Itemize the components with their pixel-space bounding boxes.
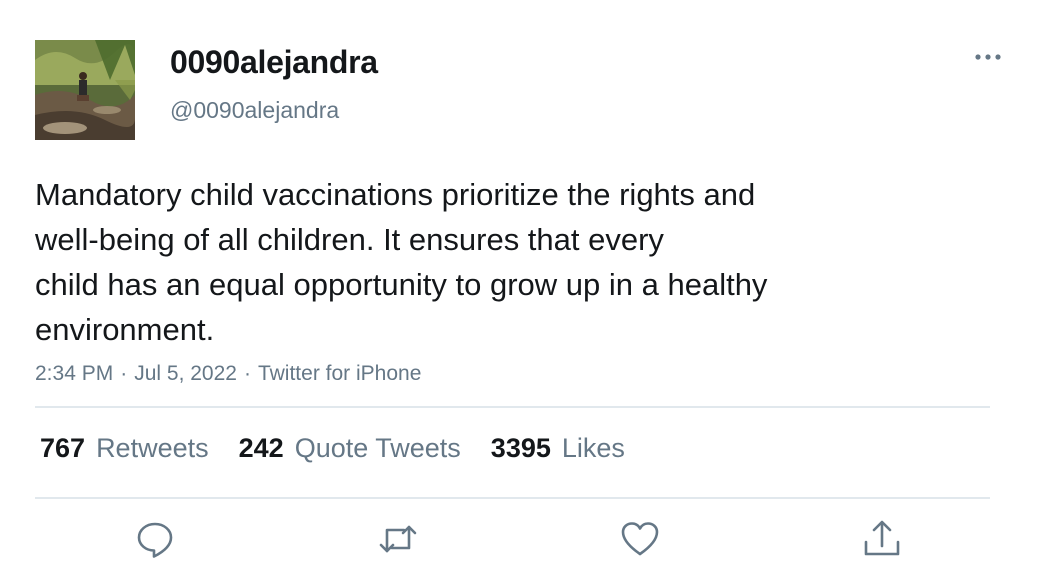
share-icon xyxy=(864,520,900,556)
retweet-button[interactable] xyxy=(377,518,419,560)
divider xyxy=(35,406,990,408)
likes-label: Likes xyxy=(561,433,625,463)
divider xyxy=(35,497,990,499)
likes-count: 3395 xyxy=(490,433,551,463)
more-options-icon xyxy=(975,54,1001,60)
heart-icon xyxy=(621,522,659,556)
share-button[interactable] xyxy=(861,518,903,560)
quote-tweets-count: 242 xyxy=(238,433,284,463)
tweet-time[interactable]: 2:34 PM xyxy=(35,362,113,385)
reply-button[interactable] xyxy=(134,518,176,560)
reply-icon xyxy=(137,522,173,558)
tweet-text: Mandatory child vaccinations prioritize … xyxy=(35,177,768,347)
tweet-source-link[interactable]: Twitter for iPhone xyxy=(258,362,421,385)
display-name[interactable]: 0090alejandra xyxy=(170,44,378,81)
more-options-button[interactable] xyxy=(968,44,1008,70)
user-handle[interactable]: @0090alejandra xyxy=(170,97,339,124)
retweet-icon xyxy=(379,525,417,553)
retweets-count: 767 xyxy=(40,433,86,463)
quote-tweets-label: Quote Tweets xyxy=(294,433,461,463)
meta-separator: · xyxy=(120,362,128,385)
tweet-date[interactable]: Jul 5, 2022 xyxy=(134,362,237,385)
retweets-label: Retweets xyxy=(96,433,209,463)
retweets-stat[interactable]: 767 Retweets xyxy=(40,433,209,464)
likes-stat[interactable]: 3395 Likes xyxy=(491,433,625,464)
avatar[interactable] xyxy=(35,40,135,140)
meta-separator: · xyxy=(243,362,251,385)
tweet-stats: 767 Retweets 242 Quote Tweets 3395 Likes xyxy=(40,433,625,464)
quote-tweets-stat[interactable]: 242 Quote Tweets xyxy=(239,433,461,464)
like-button[interactable] xyxy=(619,518,661,560)
tweet-meta: 2:34 PM · Jul 5, 2022 · Twitter for iPhone xyxy=(35,362,421,386)
profile-photo-icon xyxy=(35,40,135,140)
